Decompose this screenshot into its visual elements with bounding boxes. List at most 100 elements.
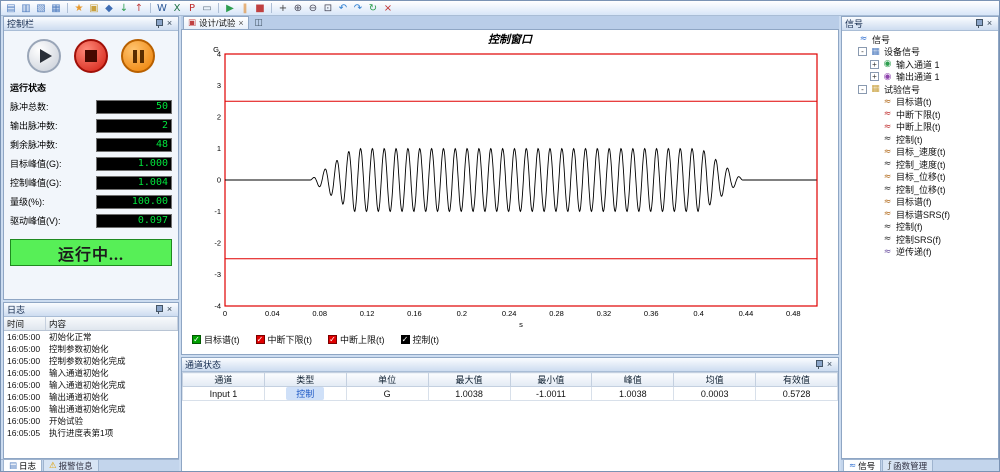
close-icon[interactable]: × bbox=[164, 304, 175, 315]
left-tab-log[interactable]: ▤日志 bbox=[3, 460, 42, 472]
status-field-label: 目标峰值(G): bbox=[10, 157, 96, 170]
toolbar-redo-icon[interactable]: ↷ bbox=[351, 2, 365, 15]
log-time: 16:05:00 bbox=[4, 415, 46, 427]
tree-item[interactable]: -▦试验信号 bbox=[844, 83, 998, 96]
tab-design-test[interactable]: ▣ 设计/试验 × bbox=[183, 16, 249, 29]
right-tab-signal[interactable]: ≈信号 bbox=[843, 460, 881, 472]
start-button[interactable] bbox=[27, 39, 61, 73]
toolbar-undo-icon[interactable]: ↶ bbox=[336, 2, 350, 15]
right-tab-function[interactable]: ƒ函数管理 bbox=[882, 460, 933, 472]
tree-expander-icon[interactable]: + bbox=[870, 72, 879, 81]
tree-item[interactable]: ≈控制(f) bbox=[844, 221, 998, 234]
toolbar-report-pdf-icon[interactable]: P bbox=[185, 2, 199, 15]
log-row: 16:05:00控制参数初始化完成 bbox=[4, 355, 178, 367]
toolbar-refresh-icon[interactable]: ↻ bbox=[366, 2, 380, 15]
toolbar-workspace-layout-icon[interactable]: ▦ bbox=[49, 2, 63, 15]
toolbar-print-report-icon[interactable]: ▭ bbox=[200, 2, 214, 15]
log-content: 控制参数初始化完成 bbox=[46, 355, 178, 367]
legend-checkbox-icon[interactable]: ✓ bbox=[256, 335, 265, 344]
toolbar-cursor-icon[interactable]: + bbox=[276, 2, 290, 15]
toolbar-report-word-icon[interactable]: W bbox=[155, 2, 169, 15]
chart-title: 控制窗口 bbox=[184, 31, 836, 44]
y-tick-label: 2 bbox=[217, 113, 221, 122]
log-time: 16:05:00 bbox=[4, 367, 46, 379]
tree-item[interactable]: ≈目标_速度(t) bbox=[844, 146, 998, 159]
log-row: 16:05:00输出通道初始化 bbox=[4, 391, 178, 403]
tree-item[interactable]: ≈信号 bbox=[844, 33, 998, 46]
close-icon[interactable]: × bbox=[984, 18, 995, 29]
channel-status-panel: 通道状态 × 通道类型单位最大值最小值峰值均值有效值 Input 1控制G1.0… bbox=[181, 357, 839, 472]
toolbar-save-test-icon[interactable]: ◆ bbox=[102, 2, 116, 15]
tree-item[interactable]: +◉输入通道 1 bbox=[844, 58, 998, 71]
legend-item[interactable]: ✓中断上限(t) bbox=[328, 333, 385, 346]
tree-item[interactable]: ≈中断上限(t) bbox=[844, 121, 998, 134]
toolbar-zoom-in-icon[interactable]: ⊕ bbox=[291, 2, 305, 15]
tree-item[interactable]: ≈控制_速度(t) bbox=[844, 158, 998, 171]
pin-icon[interactable] bbox=[154, 304, 164, 315]
legend-label: 目标谱(t) bbox=[204, 333, 240, 346]
toolbar-separator bbox=[218, 3, 219, 13]
tree-item[interactable]: ≈中断下限(t) bbox=[844, 108, 998, 121]
toolbar-separator bbox=[150, 3, 151, 13]
pin-icon[interactable] bbox=[814, 359, 824, 370]
tree-expander-icon[interactable]: - bbox=[858, 47, 867, 56]
tree-item[interactable]: ≈目标谱(t) bbox=[844, 96, 998, 109]
toolbar-new-test-icon[interactable]: ★ bbox=[72, 2, 86, 15]
status-field-value: 1.000 bbox=[96, 157, 172, 171]
stop-button[interactable] bbox=[74, 39, 108, 73]
tree-item[interactable]: ≈目标谱(f) bbox=[844, 196, 998, 209]
legend-item[interactable]: ✓控制(t) bbox=[401, 333, 440, 346]
channel-column-header: 有效值 bbox=[756, 373, 838, 387]
toolbar-pause-test-icon[interactable]: ‖ bbox=[238, 2, 252, 15]
tree-item-label: 目标_位移(t) bbox=[896, 170, 946, 183]
tree-item[interactable]: ≈控制SRS(f) bbox=[844, 233, 998, 246]
toolbar-zoom-fit-icon[interactable]: ⊡ bbox=[321, 2, 335, 15]
toolbar-zoom-out-icon[interactable]: ⊖ bbox=[306, 2, 320, 15]
log-time: 16:05:00 bbox=[4, 331, 46, 343]
legend-item[interactable]: ✓目标谱(t) bbox=[192, 333, 240, 346]
toolbar-export-data-icon[interactable]: ↑ bbox=[132, 2, 146, 15]
toolbar-stop-test-icon[interactable]: ■ bbox=[253, 2, 267, 15]
tree-item[interactable]: ≈目标_位移(t) bbox=[844, 171, 998, 184]
legend-item[interactable]: ✓中断下限(t) bbox=[256, 333, 313, 346]
tree-item[interactable]: ≈控制(t) bbox=[844, 133, 998, 146]
legend-checkbox-icon[interactable]: ✓ bbox=[192, 335, 201, 344]
toolbar-show-control-bar-icon[interactable]: ▤ bbox=[4, 2, 18, 15]
status-field-row: 脉冲总数:50 bbox=[10, 97, 172, 116]
signal-icon: ≈ bbox=[882, 147, 893, 157]
pause-button[interactable] bbox=[121, 39, 155, 73]
pin-icon[interactable] bbox=[154, 18, 164, 29]
toolbar-run-test-icon[interactable]: ▶ bbox=[223, 2, 237, 15]
tree-item-label: 输入通道 1 bbox=[896, 58, 940, 71]
legend-checkbox-icon[interactable]: ✓ bbox=[401, 335, 410, 344]
toolbar-report-excel-icon[interactable]: X bbox=[170, 2, 184, 15]
tree-item-label: 信号 bbox=[872, 33, 890, 46]
control-window-panel: 控制窗口 43210-1-2-3-400.040.080.120.160.20.… bbox=[181, 29, 839, 355]
tree-item[interactable]: -▦设备信号 bbox=[844, 46, 998, 59]
toolbar-show-log-panel-icon[interactable]: ▥ bbox=[19, 2, 33, 15]
tree-expander-icon[interactable]: - bbox=[858, 85, 867, 94]
close-icon[interactable]: × bbox=[164, 18, 175, 29]
log-column-content: 内容 bbox=[46, 317, 178, 330]
tree-item[interactable]: ≈目标谱SRS(f) bbox=[844, 208, 998, 221]
tree-item[interactable]: ≈逆传递(f) bbox=[844, 246, 998, 259]
snapshot-icon[interactable]: ◫ bbox=[252, 17, 266, 29]
tab-close-icon[interactable]: × bbox=[238, 18, 243, 28]
toolbar-show-signal-panel-icon[interactable]: ▧ bbox=[34, 2, 48, 15]
legend-checkbox-icon[interactable]: ✓ bbox=[328, 335, 337, 344]
toolbar-close-window-icon[interactable]: × bbox=[381, 2, 395, 15]
left-tab-alarm[interactable]: ⚠报警信息 bbox=[43, 460, 99, 472]
toolbar-import-data-icon[interactable]: ↓ bbox=[117, 2, 131, 15]
tree-item[interactable]: ≈控制_位移(t) bbox=[844, 183, 998, 196]
toolbar-open-test-icon[interactable]: ▣ bbox=[87, 2, 101, 15]
close-icon[interactable]: × bbox=[824, 359, 835, 370]
tree-expander-icon[interactable]: + bbox=[870, 60, 879, 69]
x-tick-label: 0.48 bbox=[786, 309, 801, 318]
control-panel-body: 运行状态 脉冲总数:50输出脉冲数:2剩余脉冲数:48目标峰值(G):1.000… bbox=[4, 31, 178, 299]
log-time: 16:05:00 bbox=[4, 403, 46, 415]
tree-item[interactable]: +◉输出通道 1 bbox=[844, 71, 998, 84]
log-row: 16:05:05执行进度表第1项 bbox=[4, 427, 178, 439]
signal-icon: ≈ bbox=[882, 97, 893, 107]
pin-icon[interactable] bbox=[974, 18, 984, 29]
status-field-row: 控制峰值(G):1.004 bbox=[10, 173, 172, 192]
